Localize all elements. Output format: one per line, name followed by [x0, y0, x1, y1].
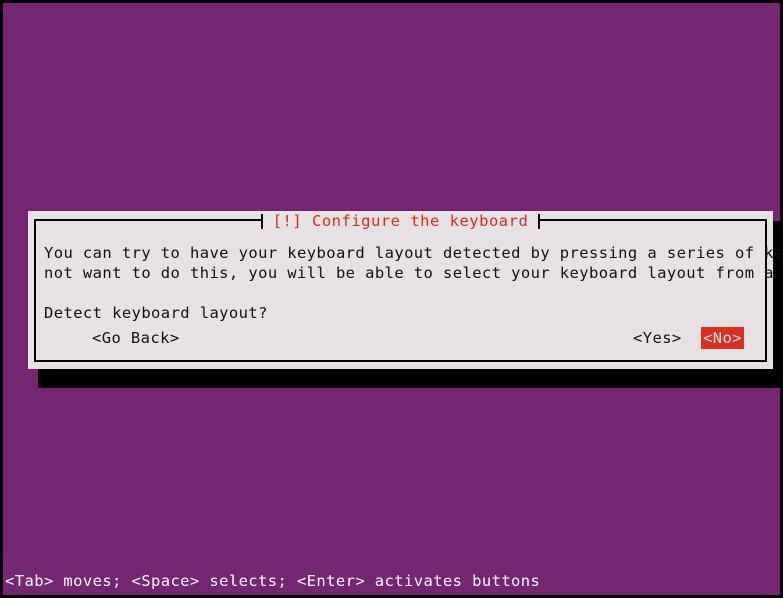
installer-screen: [!] Configure the keyboard You can try t… — [0, 0, 783, 598]
yes-button[interactable]: <Yes> — [631, 327, 684, 349]
question-label: Detect keyboard layout? — [44, 304, 268, 322]
paragraph-line-1: You can try to have your keyboard layout… — [44, 244, 780, 262]
paragraph-line-2: not want to do this, you will be able to… — [44, 264, 783, 282]
no-button[interactable]: <No> — [701, 327, 744, 349]
configure-keyboard-dialog: [!] Configure the keyboard You can try t… — [28, 211, 783, 369]
dialog-body-text: You can try to have your keyboard layout… — [44, 243, 783, 323]
keyboard-help-bar: <Tab> moves; <Space> selects; <Enter> ac… — [5, 572, 541, 590]
dialog-button-row: <Go Back> <Yes> <No> — [44, 327, 757, 349]
go-back-button[interactable]: <Go Back> — [90, 327, 182, 349]
